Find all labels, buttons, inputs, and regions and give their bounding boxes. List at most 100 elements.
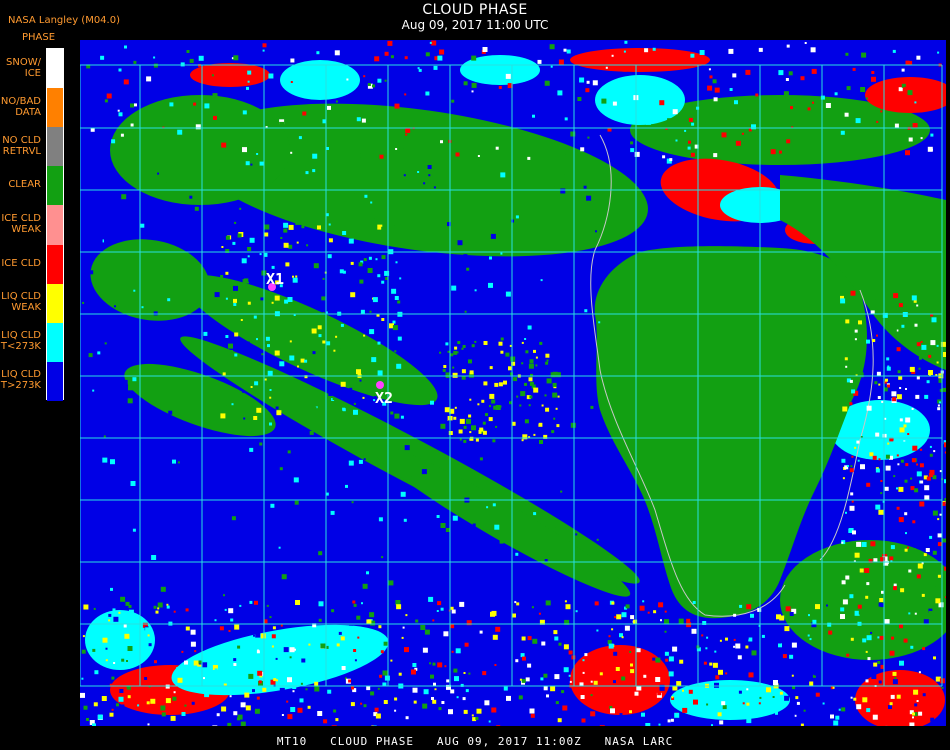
- cloud-pixel: [543, 673, 548, 678]
- cloud-pixel: [179, 391, 182, 394]
- cloud-pixel: [366, 571, 369, 575]
- cloud-pixel: [295, 219, 301, 225]
- cloud-pixel: [226, 281, 232, 287]
- cloud-pixel: [356, 615, 361, 620]
- cloud-pixel: [776, 614, 781, 620]
- cloud-pixel: [932, 475, 937, 480]
- cloud-pixel: [630, 615, 635, 620]
- cloud-pixel: [712, 662, 718, 668]
- cloud-pixel: [854, 446, 857, 449]
- cloud-pixel: [313, 362, 317, 366]
- cloud-pixel: [539, 341, 543, 345]
- cloud-region: [110, 95, 290, 205]
- cloud-pixel: [399, 277, 402, 280]
- cloud-pixel: [545, 80, 550, 85]
- cloud-pixel: [545, 361, 549, 365]
- cloud-pixel: [866, 582, 870, 586]
- cloud-pixel: [555, 407, 558, 410]
- cloud-pixel: [312, 153, 318, 159]
- cloud-pixel: [317, 711, 323, 716]
- cloud-pixel: [849, 402, 853, 406]
- cloud-pixel: [937, 407, 941, 411]
- cloud-pixel: [483, 381, 488, 386]
- cloud-pixel: [244, 692, 250, 698]
- cloud-pixel: [896, 347, 901, 352]
- cloud-pixel: [448, 709, 453, 715]
- cloud-pixel: [877, 590, 882, 595]
- cloud-pixel: [898, 299, 902, 303]
- cloud-pixel: [130, 481, 136, 486]
- cloud-pixel: [377, 687, 380, 690]
- cloud-pixel: [372, 316, 378, 322]
- cloud-pixel: [111, 139, 116, 144]
- cloud-pixel: [297, 365, 299, 368]
- cloud-pixel: [773, 680, 778, 685]
- cloud-pixel: [182, 580, 185, 583]
- cloud-pixel: [778, 643, 782, 648]
- cloud-pixel: [241, 258, 247, 264]
- cloud-pixel: [195, 124, 201, 130]
- cloud-pixel: [558, 642, 562, 646]
- cloud-pixel: [658, 723, 661, 726]
- cloud-pixel: [302, 111, 307, 116]
- cloud-pixel: [907, 546, 909, 549]
- cloud-pixel: [392, 353, 395, 356]
- cloud-pixel: [590, 680, 593, 683]
- cloud-pixel: [193, 102, 197, 106]
- cloud-pixel: [660, 619, 662, 622]
- cloud-pixel: [157, 607, 160, 610]
- cloud-pixel: [845, 365, 848, 368]
- cloud-pixel: [548, 722, 554, 726]
- cloud-pixel: [499, 539, 504, 544]
- cloud-pixel: [499, 405, 502, 408]
- cloud-pixel: [865, 97, 868, 100]
- cloud-pixel: [432, 619, 435, 622]
- cloud-pixel: [267, 370, 273, 376]
- cloud-pixel: [463, 709, 468, 714]
- cloud-pixel: [885, 454, 890, 459]
- cloud-pixel: [321, 296, 326, 301]
- cloud-pixel: [575, 551, 580, 556]
- cloud-pixel: [492, 439, 496, 443]
- cloud-pixel: [911, 407, 914, 410]
- cloud-pixel: [430, 193, 434, 197]
- cloud-pixel: [903, 86, 908, 91]
- cloud-pixel: [867, 657, 871, 661]
- cloud-pixel: [137, 704, 140, 707]
- cloud-pixel: [920, 137, 923, 140]
- cloud-pixel: [153, 56, 156, 59]
- cloud-pixel: [279, 121, 285, 127]
- cloud-pixel: [921, 593, 925, 597]
- cloud-pixel: [335, 718, 339, 722]
- cloud-pixel: [862, 697, 868, 703]
- cloud-pixel: [891, 391, 897, 397]
- cloud-pixel: [825, 103, 831, 108]
- cloud-pixel: [291, 309, 297, 314]
- cloud-pixel: [279, 467, 283, 471]
- cloud-pixel: [450, 353, 454, 357]
- cloud-pixel: [844, 357, 848, 361]
- cloud-pixel: [866, 708, 871, 713]
- cloud-pixel: [905, 463, 909, 467]
- cloud-pixel: [912, 123, 918, 128]
- cloud-pixel: [400, 415, 404, 419]
- cloud-pixel: [508, 366, 512, 371]
- cloud-pixel: [225, 235, 230, 240]
- cloud-pixel: [655, 657, 661, 663]
- cloud-pixel: [520, 653, 525, 658]
- cloud-pixel: [363, 258, 367, 262]
- cloud-pixel: [145, 627, 151, 633]
- cloud-pixel: [237, 233, 242, 238]
- cloud-pixel: [467, 450, 470, 453]
- cloud-pixel: [249, 600, 253, 604]
- cloud-pixel: [463, 254, 468, 259]
- cloud-pixel: [896, 454, 899, 457]
- cloud-pixel: [299, 86, 305, 91]
- cloud-pixel: [715, 675, 720, 680]
- cloud-pixel: [584, 653, 588, 657]
- cloud-pixel: [357, 636, 360, 639]
- cloud-pixel: [480, 636, 486, 642]
- cloud-pixel: [845, 511, 847, 514]
- cloud-pixel: [652, 657, 656, 661]
- cloud-pixel: [439, 49, 445, 55]
